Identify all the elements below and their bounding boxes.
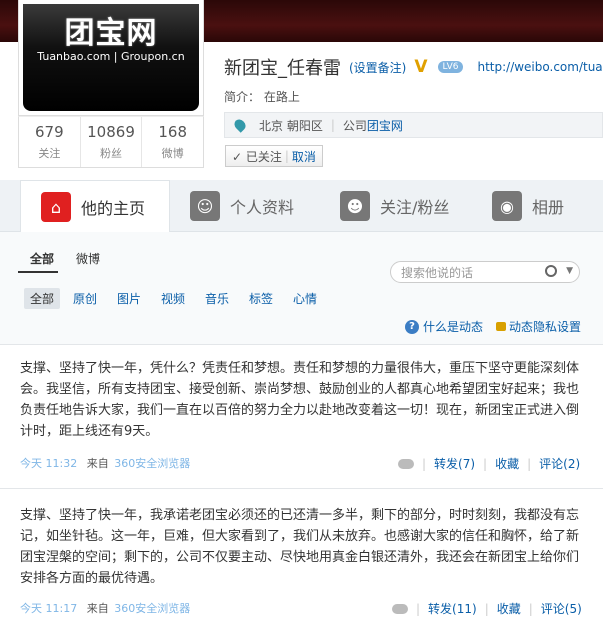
privacy-label: 动态隐私设置 [509, 320, 582, 334]
stat-following[interactable]: 679 关注 [19, 117, 81, 167]
avatar[interactable]: 团宝网 Tuanbao.com | Groupon.cn [18, 0, 204, 116]
help-label: 什么是动态 [423, 320, 484, 334]
blog-url-link[interactable]: http://weibo.com/tua [477, 60, 602, 74]
separator: | [527, 456, 532, 471]
stat-number: 10869 [87, 123, 135, 141]
comment-button[interactable]: 评论(2) [539, 455, 580, 472]
privacy-settings-link[interactable]: 动态隐私设置 [496, 318, 581, 335]
stat-label: 关注 [38, 147, 61, 160]
post-source-link[interactable]: 360安全浏览器 [114, 602, 190, 615]
chevron-down-icon[interactable]: ▼ [566, 266, 573, 276]
feed-item: 支撑、坚持了快一年，凭什么？凭责任和梦想。责任和梦想的力量很伟大，重压下坚守更能… [20, 358, 583, 442]
separator: | [330, 118, 335, 132]
post-meta: 今天 11:32 来自 360安全浏览器 [20, 455, 190, 471]
divider [0, 344, 603, 345]
users-icon: ☻ [340, 191, 370, 221]
favorite-button[interactable]: 收藏 [495, 455, 519, 472]
repost-button[interactable]: 转发(7) [434, 455, 475, 472]
subfilter-images[interactable]: 图片 [117, 290, 141, 307]
avatar-image: 团宝网 Tuanbao.com | Groupon.cn [23, 4, 199, 111]
help-link[interactable]: ? 什么是动态 [405, 318, 483, 335]
company-label: 公司 [342, 118, 367, 133]
filter-all[interactable]: 全部 [30, 250, 54, 267]
logo-text: 团宝网 [64, 16, 158, 51]
stat-number: 168 [158, 123, 187, 141]
stat-posts[interactable]: 168 微博 [142, 117, 203, 167]
speech-bubble-icon[interactable] [398, 458, 414, 469]
search-input[interactable]: 搜索他说的话 ▼ [390, 261, 580, 283]
from-label: 来自 [86, 457, 109, 470]
post-time-link[interactable]: 今天 11:32 [20, 457, 77, 470]
tab-home[interactable]: ⌂ 他的主页 [20, 180, 170, 233]
post-time-link[interactable]: 今天 11:17 [20, 602, 77, 615]
feed-item: 支撑、坚持了快一年，我承诺老团宝必须还的已还清一多半，剩下的部分，时时刻刻，我都… [20, 505, 583, 589]
stat-number: 679 [35, 123, 64, 141]
tab-label: 关注/粉丝 [380, 198, 450, 217]
post-actions: | 转发(11) | 收藏 | 评论(5) [392, 600, 582, 617]
help-icon: ? [405, 319, 419, 334]
subfilter-tags[interactable]: 标签 [249, 290, 273, 307]
separator: | [483, 456, 488, 471]
intro-label: 简介： [224, 90, 261, 104]
subfilter-original[interactable]: 原创 [73, 290, 97, 307]
separator: | [528, 601, 533, 616]
tab-follow[interactable]: ☻ 关注/粉丝 [340, 180, 480, 232]
home-icon: ⌂ [41, 192, 71, 222]
lock-icon [496, 322, 506, 331]
speech-bubble-icon[interactable] [392, 603, 408, 614]
divider [0, 488, 603, 489]
subfilter-mood[interactable]: 心情 [293, 290, 317, 307]
company-link[interactable]: 团宝网 [367, 117, 403, 134]
search-icon[interactable] [545, 265, 557, 277]
from-label: 来自 [86, 602, 109, 615]
subfilter-music[interactable]: 音乐 [205, 290, 229, 307]
post-text: 支撑、坚持了快一年，我承诺老团宝必须还的已还清一多半，剩下的部分，时时刻刻，我都… [20, 508, 580, 586]
stat-label: 粉丝 [100, 147, 122, 160]
active-filter-underline [18, 271, 58, 273]
location-text: 北京 朝阳区 [259, 118, 323, 133]
verified-icon[interactable]: V [414, 57, 427, 77]
favorite-button[interactable]: 收藏 [497, 600, 521, 617]
level-badge[interactable]: LV6 [437, 61, 464, 73]
separator: | [416, 601, 421, 616]
camera-icon: ◉ [492, 191, 522, 221]
profile-info-bar: 北京 朝阳区 | 公司 团宝网 [224, 112, 603, 138]
tab-label: 相册 [532, 198, 565, 217]
filter-weibo[interactable]: 微博 [76, 250, 100, 267]
user-icon: ☺ [190, 191, 220, 221]
profile-name: 新团宝_任春雷 [224, 58, 341, 79]
tab-album[interactable]: ◉ 相册 [492, 180, 592, 232]
location-pin-icon [232, 117, 248, 133]
stat-followers[interactable]: 10869 粉丝 [81, 117, 143, 167]
post-actions: | 转发(7) | 收藏 | 评论(2) [398, 455, 580, 472]
separator: | [484, 601, 489, 616]
tab-label: 个人资料 [230, 198, 295, 217]
followed-button[interactable]: ✓ 已关注 | 取消 [225, 145, 323, 167]
followed-label: ✓ 已关注 [232, 149, 282, 164]
post-text: 支撑、坚持了快一年，凭什么？凭责任和梦想。责任和梦想的力量很伟大，重压下坚守更能… [20, 361, 580, 439]
comment-button[interactable]: 评论(5) [541, 600, 582, 617]
post-meta: 今天 11:17 来自 360安全浏览器 [20, 600, 190, 616]
profile-intro: 简介： 在路上 [224, 88, 300, 105]
search-placeholder: 搜索他说的话 [401, 265, 474, 280]
tab-profile[interactable]: ☺ 个人资料 [190, 180, 330, 232]
profile-stats: 679 关注 10869 粉丝 168 微博 [18, 116, 204, 168]
subfilter-all[interactable]: 全部 [24, 288, 61, 309]
profile-name-row: 新团宝_任春雷 (设置备注) V LV6 http://weibo.com/tu… [224, 54, 603, 80]
intro-text: 在路上 [263, 90, 300, 104]
stat-label: 微博 [161, 147, 184, 160]
subfilter-video[interactable]: 视频 [161, 290, 185, 307]
unfollow-link[interactable]: 取消 [292, 148, 316, 165]
post-source-link[interactable]: 360安全浏览器 [114, 457, 190, 470]
separator: | [422, 456, 427, 471]
repost-button[interactable]: 转发(11) [428, 600, 477, 617]
set-remark-link[interactable]: (设置备注) [349, 59, 406, 76]
logo-subtext: Tuanbao.com | Groupon.cn [37, 50, 185, 63]
separator: | [284, 149, 289, 163]
tab-label: 他的主页 [81, 199, 146, 218]
